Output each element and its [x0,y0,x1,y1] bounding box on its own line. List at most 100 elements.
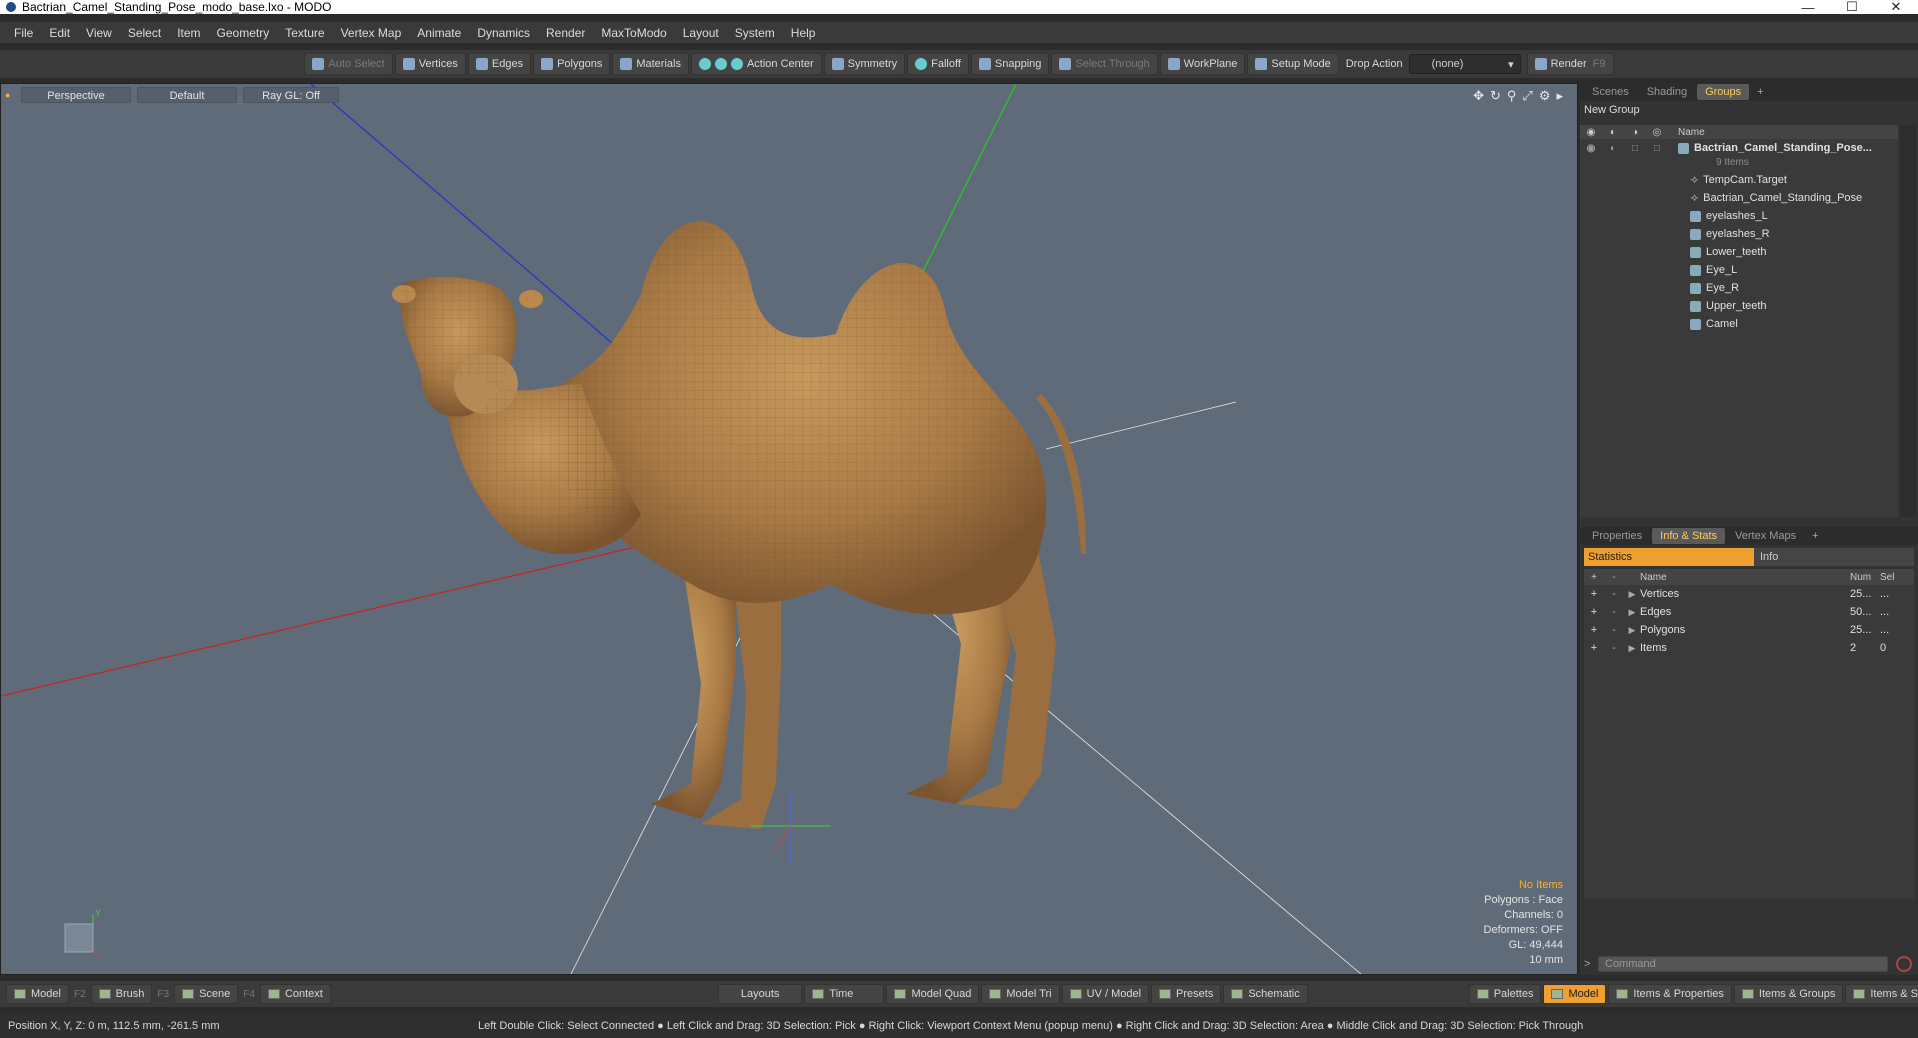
maximize-icon[interactable]: ☐ [1830,0,1874,15]
time-layout-button[interactable]: Time [804,984,885,1004]
menu-help[interactable]: Help [783,22,824,44]
view-type-button[interactable]: Perspective [21,87,131,103]
setup-mode-button[interactable]: Setup Mode [1247,53,1339,75]
zoom-view-icon[interactable]: ⚲ [1507,88,1517,104]
context-layout-button[interactable]: Context [259,984,331,1004]
model-tri-button[interactable]: Model Tri [981,984,1060,1004]
select-checkbox[interactable]: □ [1646,143,1668,154]
snapping-button[interactable]: Snapping [970,53,1050,75]
add-tab-icon[interactable]: + [1806,530,1824,542]
command-input[interactable]: Command [1598,956,1888,972]
items-shading-button[interactable]: Items & Shading [1845,984,1918,1004]
tab-vertex-maps[interactable]: Vertex Maps [1727,528,1804,544]
menu-texture[interactable]: Texture [277,22,332,44]
items-properties-button[interactable]: Items & Properties [1608,984,1732,1004]
uv-model-button[interactable]: UV / Model [1061,984,1150,1004]
tree-row[interactable]: Lower_teeth [1580,243,1898,261]
model-quad-button[interactable]: Model Quad [886,984,980,1004]
drop-action-select[interactable]: (none) ▾ [1408,54,1521,74]
menu-layout[interactable]: Layout [675,22,727,44]
menu-vertex-map[interactable]: Vertex Map [333,22,410,44]
schematic-button[interactable]: Schematic [1223,984,1308,1004]
tree-row-root-group[interactable]: ◉ ◐ □ □ Bactrian_Camel_Standing_Pose... [1580,139,1898,157]
add-selection-button[interactable]: + [1584,588,1604,600]
select-through-button[interactable]: Select Through [1051,53,1158,75]
materials-button[interactable]: Materials [612,53,689,75]
expand-arrow-icon[interactable]: ▶ [1624,607,1640,618]
tree-row[interactable]: eyelashes_L [1580,207,1898,225]
minimize-icon[interactable]: — [1786,0,1830,15]
tab-groups[interactable]: Groups [1697,84,1750,100]
eye-icon[interactable]: ◉ [1580,143,1602,154]
menu-select[interactable]: Select [120,22,169,44]
table-row[interactable]: + - ▶ Edges 50...... [1584,603,1914,621]
scene-layout-button[interactable]: Scene [174,984,239,1004]
remove-selection-button[interactable]: - [1604,642,1624,654]
menu-system[interactable]: System [727,22,783,44]
tree-row[interactable]: Eye_L [1580,261,1898,279]
auto-select-button[interactable]: Auto Select [304,53,393,75]
model-tab-active[interactable]: Model [1543,984,1607,1004]
table-row[interactable]: + - ▶ Polygons 25...... [1584,621,1914,639]
menu-view[interactable]: View [78,22,120,44]
command-history-icon[interactable] [1896,956,1912,972]
remove-selection-button[interactable]: - [1604,588,1624,600]
lock-checkbox[interactable]: □ [1624,143,1646,154]
expand-arrow-icon[interactable]: ▶ [1624,643,1640,654]
edges-button[interactable]: Edges [467,53,532,75]
symmetry-button[interactable]: Symmetry [823,53,906,75]
info-toggle[interactable]: Info [1754,548,1914,566]
tab-shading[interactable]: Shading [1639,84,1695,100]
render-button[interactable]: Render F9 [1526,53,1614,75]
menu-file[interactable]: File [6,22,41,44]
action-center-button[interactable]: Action Center [690,53,822,75]
expand-arrow-icon[interactable]: ▸ [1556,88,1563,104]
camel-model[interactable] [392,221,1086,829]
menu-item[interactable]: Item [169,22,208,44]
expand-arrow-icon[interactable]: ▶ [1624,589,1640,600]
3d-viewport[interactable]: Y ● Perspective Default Ray GL: Off ✥ ↻ … [0,83,1578,975]
add-selection-button[interactable]: + [1584,642,1604,654]
tree-row[interactable]: Camel [1580,315,1898,333]
rotate-view-icon[interactable]: ↻ [1490,88,1501,104]
render-toggle-icon[interactable]: ◐ [1602,143,1624,154]
remove-selection-button[interactable]: - [1604,624,1624,636]
polygons-button[interactable]: Polygons [533,53,611,75]
tree-row[interactable]: ⟢ TempCam.Target [1580,171,1898,189]
menu-dynamics[interactable]: Dynamics [469,22,538,44]
close-icon[interactable]: ✕ [1874,0,1918,15]
add-tab-icon[interactable]: + [1751,86,1769,98]
remove-selection-button[interactable]: - [1604,606,1624,618]
layouts-button[interactable]: Layouts [717,984,803,1004]
tree-row[interactable]: ⟢ Bactrian_Camel_Standing_Pose [1580,189,1898,207]
falloff-button[interactable]: Falloff [907,53,969,75]
raygl-button[interactable]: Ray GL: Off [243,87,339,103]
tree-scrollbar[interactable] [1900,125,1916,517]
gear-icon[interactable]: ⚙ [1539,88,1551,104]
tree-row[interactable]: eyelashes_R [1580,225,1898,243]
table-row[interactable]: + - ▶ Vertices 25...... [1584,585,1914,603]
move-view-icon[interactable]: ✥ [1473,88,1484,104]
expand-arrow-icon[interactable]: ▶ [1624,625,1640,636]
statistics-toggle[interactable]: Statistics [1584,548,1754,566]
model-layout-button[interactable]: Model [6,984,69,1004]
menu-edit[interactable]: Edit [41,22,78,44]
presets-button[interactable]: Presets [1151,984,1222,1004]
viewport-menu-icon[interactable]: ● [5,91,13,100]
add-selection-button[interactable]: + [1584,606,1604,618]
menu-render[interactable]: Render [538,22,593,44]
fit-view-icon[interactable]: ⤢ [1522,88,1532,104]
menu-animate[interactable]: Animate [409,22,469,44]
viewport-scene[interactable] [1,84,1578,975]
brush-layout-button[interactable]: Brush [90,984,153,1004]
view-style-button[interactable]: Default [137,87,237,103]
new-group-button[interactable]: New Group [1584,104,1640,116]
menu-maxtomodo[interactable]: MaxToModo [593,22,674,44]
tree-row[interactable]: Upper_teeth [1580,297,1898,315]
items-groups-button[interactable]: Items & Groups [1733,984,1844,1004]
tree-row[interactable]: Eye_R [1580,279,1898,297]
vertices-button[interactable]: Vertices [394,53,466,75]
workplane-button[interactable]: WorkPlane [1159,53,1246,75]
tab-info-stats[interactable]: Info & Stats [1652,528,1726,544]
add-selection-button[interactable]: + [1584,624,1604,636]
